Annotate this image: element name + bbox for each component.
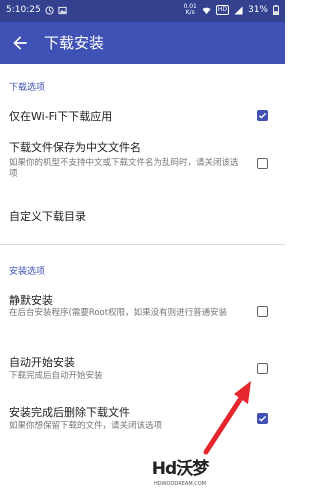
setting-delete-after-install[interactable]: 安装完成后删除下载文件 如果你想保留下载的文件，请关闭该选项 xyxy=(0,404,285,438)
setting-summary: 如果你的机型不支持中文或下载文件名为乱码时，请关闭该选项 xyxy=(9,158,239,179)
watermark-subtext: HDWOODREAM.COM xyxy=(154,481,206,487)
setting-title: 仅在Wi-Fi下下载应用 xyxy=(9,110,113,123)
setting-title: 安装完成后删除下载文件 xyxy=(9,406,130,419)
setting-title: 自定义下载目录 xyxy=(9,210,86,223)
setting-custom-download-dir[interactable]: 自定义下载目录 xyxy=(0,204,285,226)
setting-summary: 下载完成后自动开始安装 xyxy=(9,371,103,381)
watermark-logo: Hd沃梦 HDWOODREAM.COM xyxy=(150,458,210,496)
setting-title: 下载文件保存为中文文件名 xyxy=(9,141,141,154)
chinese-filename-checkbox[interactable] xyxy=(257,158,268,169)
silent-install-checkbox[interactable] xyxy=(257,306,268,317)
network-speed: 0.01 K/s xyxy=(183,3,197,16)
auto-install-checkbox[interactable] xyxy=(257,363,268,374)
check-icon xyxy=(258,112,267,119)
setting-summary: 在后台安装程序(需要Root权限，如果没有则进行普通安装 xyxy=(9,308,228,318)
wifi-icon xyxy=(202,7,211,14)
settings-list: 下载选项 仅在Wi-Fi下下载应用 下载文件保存为中文文件名 如果你的机型不支持… xyxy=(0,64,285,500)
setting-silent-install[interactable]: 静默安装 在后台安装程序(需要Root权限，如果没有则进行普通安装 xyxy=(0,290,285,330)
setting-title: 自动开始安装 xyxy=(9,356,75,369)
battery-icon xyxy=(273,5,279,15)
setting-title: 静默安装 xyxy=(9,294,53,307)
section-header-install: 安装选项 xyxy=(9,267,46,277)
setting-chinese-filename[interactable]: 下载文件保存为中文文件名 如果你的机型不支持中文或下载文件名为乱码时，请关闭该选… xyxy=(0,138,285,186)
network-badge: HD xyxy=(215,5,229,15)
arrow-back-icon[interactable] xyxy=(10,33,30,53)
divider xyxy=(0,244,285,245)
image-icon xyxy=(58,6,67,14)
status-time: 5:10:25 xyxy=(6,5,41,15)
watermark-text: Hd沃梦 xyxy=(151,459,209,479)
setting-summary: 如果你想保留下载的文件，请关闭该选项 xyxy=(9,421,163,431)
page-title: 下载安装 xyxy=(44,34,105,52)
battery-percent: 31% xyxy=(247,5,268,15)
delete-after-install-checkbox[interactable] xyxy=(257,413,268,424)
check-icon xyxy=(258,415,267,422)
section-header-download: 下载选项 xyxy=(9,83,46,93)
clock-icon xyxy=(45,5,54,15)
app-toolbar: 下载安装 xyxy=(0,22,285,64)
setting-auto-install[interactable]: 自动开始安装 下载完成后自动开始安装 xyxy=(0,354,285,386)
setting-wifi-only[interactable]: 仅在Wi-Fi下下载应用 xyxy=(0,100,285,128)
status-bar: 5:10:25 0.01 K/s HD 31% xyxy=(0,0,285,22)
signal-icon xyxy=(234,5,243,15)
wifi-only-checkbox[interactable] xyxy=(257,110,268,121)
